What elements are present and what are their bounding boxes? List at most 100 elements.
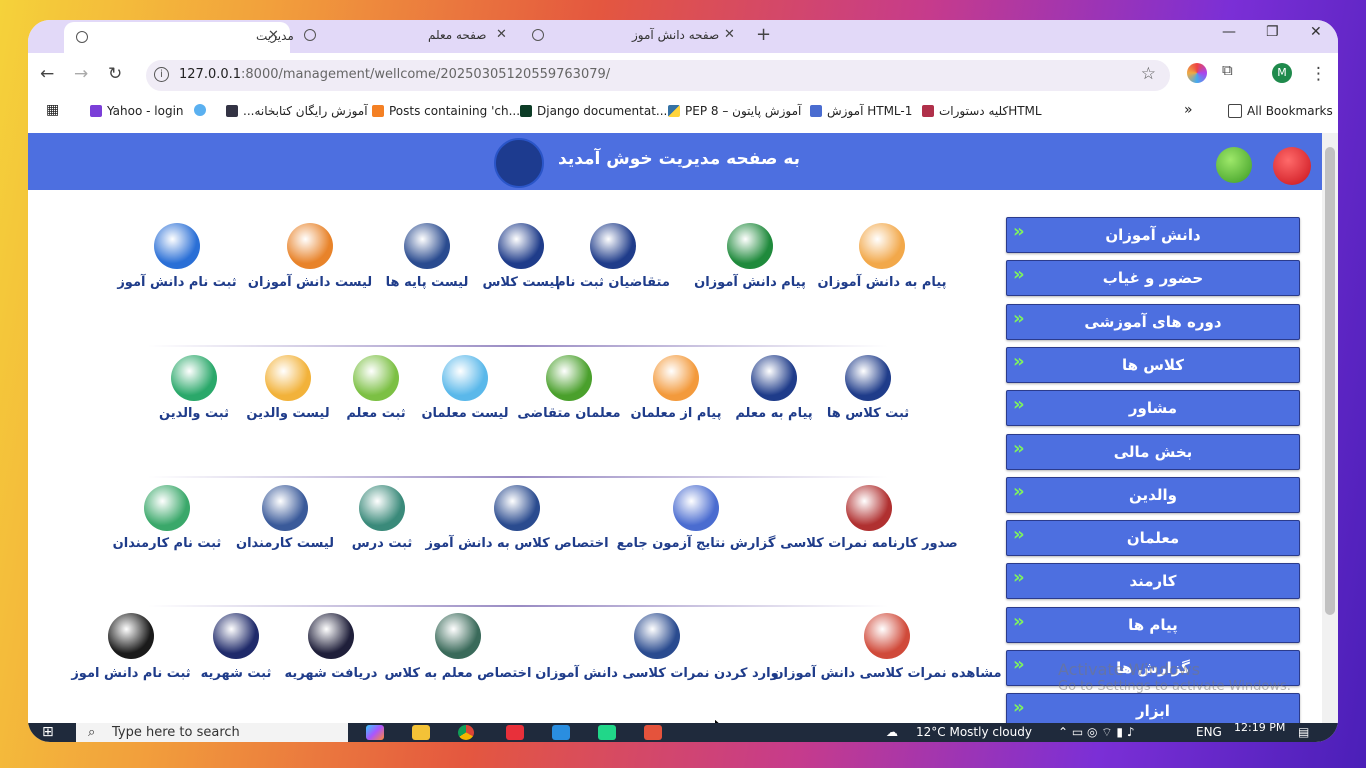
dashboard-item-label[interactable]: پیام دانش آموزان <box>694 275 806 290</box>
dashboard-item-icon[interactable] <box>590 223 636 269</box>
sidebar-item[interactable]: » والدین <box>1006 476 1300 513</box>
close-tab-icon[interactable]: ✕ <box>268 28 279 43</box>
dashboard-item-label[interactable]: صدور کارنامه نمرات کلاسی <box>780 536 957 551</box>
dashboard-item-label[interactable]: لیست پایه ها <box>386 275 469 290</box>
dashboard-item-icon[interactable] <box>353 355 399 401</box>
sidebar-item[interactable]: » کارمند <box>1006 563 1300 600</box>
sidebar-item[interactable]: » دوره های آموزشی <box>1006 303 1300 340</box>
dashboard-item-icon[interactable] <box>634 613 680 659</box>
sidebar-item[interactable]: » بخش مالی <box>1006 433 1300 470</box>
dashboard-item-icon[interactable] <box>845 355 891 401</box>
language-indicator[interactable]: ENG <box>1196 725 1222 739</box>
dashboard-item-icon[interactable] <box>494 485 540 531</box>
notification-icon[interactable]: ▤ <box>1298 725 1309 739</box>
dashboard-item-label[interactable]: پیام به دانش آموزان <box>817 275 946 290</box>
dashboard-item-icon[interactable] <box>653 355 699 401</box>
dashboard-item-icon[interactable] <box>435 613 481 659</box>
scrollbar-thumb[interactable] <box>1325 147 1335 615</box>
dashboard-item-icon[interactable] <box>846 485 892 531</box>
dashboard-item-label[interactable]: پیام از معلمان <box>631 406 722 421</box>
dashboard-item-label[interactable]: متقاضیان ثبت نام <box>556 275 670 290</box>
dashboard-item-icon[interactable] <box>108 613 154 659</box>
dashboard-item-icon[interactable] <box>308 613 354 659</box>
dashboard-item-icon[interactable] <box>673 485 719 531</box>
page-scrollbar[interactable] <box>1322 133 1338 723</box>
tab-management[interactable]: مدیریت ✕ <box>64 22 294 53</box>
chrome-icon[interactable] <box>458 725 474 740</box>
avatar[interactable]: M <box>1272 63 1292 83</box>
home-icon[interactable] <box>1216 147 1252 183</box>
app-icon[interactable] <box>644 725 662 740</box>
dashboard-item-label[interactable]: لیست معلمان <box>421 406 508 421</box>
bookmark-star-icon[interactable]: ☆ <box>1141 64 1156 84</box>
sidebar-item[interactable]: » کلاس ها <box>1006 346 1300 383</box>
close-tab-icon[interactable]: ✕ <box>724 27 735 42</box>
dashboard-item-icon[interactable] <box>262 485 308 531</box>
bookmark-item[interactable]: Posts containing 'ch... <box>372 104 520 118</box>
dashboard-item-icon[interactable] <box>546 355 592 401</box>
tab-student[interactable]: صفحه دانش آموز ✕ <box>524 20 746 51</box>
all-bookmarks[interactable]: All Bookmarks <box>1228 104 1333 118</box>
weather-text[interactable]: 12°C Mostly cloudy <box>916 725 1032 739</box>
bookmark-item[interactable]: PEP 8 – آموزش پایتون <box>668 104 801 118</box>
dashboard-item-icon[interactable] <box>751 355 797 401</box>
tray-icons[interactable]: ⌃ ▭ ◎ ⌔ ▮ ♪ <box>1058 725 1134 740</box>
dashboard-item-icon[interactable] <box>859 223 905 269</box>
dashboard-item-icon[interactable] <box>154 223 200 269</box>
minimize-icon[interactable]: — <box>1222 24 1236 40</box>
menu-icon[interactable]: ⋮ <box>1310 64 1327 84</box>
tab-teacher[interactable]: صفحه معلم ✕ <box>296 20 518 51</box>
puzzle-icon[interactable]: ⧉ <box>1222 61 1242 81</box>
sidebar-item[interactable]: » ابزار <box>1006 693 1300 723</box>
start-icon[interactable]: ⊞ <box>42 724 54 740</box>
dashboard-item-label[interactable]: ثبت کلاس ها <box>827 406 909 421</box>
dashboard-item-icon[interactable] <box>404 223 450 269</box>
taskbar-search[interactable]: ⌕ Type here to search <box>76 723 348 742</box>
dashboard-item-icon[interactable] <box>727 223 773 269</box>
dashboard-item-label[interactable]: معلمان متقاضی <box>517 406 620 421</box>
sidebar-item[interactable]: » معلمان <box>1006 520 1300 557</box>
dashboard-item-label[interactable]: ثبت والدین <box>159 406 229 421</box>
address-bar[interactable]: i 127.0.0.1:8000/management/wellcome/202… <box>146 60 1170 91</box>
sidebar-item[interactable]: » پیام ها <box>1006 606 1300 643</box>
more-bookmarks-icon[interactable]: » <box>1184 102 1193 118</box>
dashboard-item-label[interactable]: ثبت درس <box>352 536 413 551</box>
dashboard-item-label[interactable]: پیام به معلم <box>735 406 812 421</box>
bookmark-item[interactable]: آموزش HTML-1 <box>810 104 912 118</box>
dashboard-item-icon[interactable] <box>442 355 488 401</box>
dashboard-item-label[interactable]: ثبت نام دانش آموز <box>117 275 236 290</box>
dashboard-item-label[interactable]: گزارش نتایج آزمون جامع <box>617 536 776 551</box>
bookmark-item[interactable]: کلیه دستوراتHTML <box>922 104 1042 118</box>
close-tab-icon[interactable]: ✕ <box>496 27 507 42</box>
close-window-icon[interactable]: ✕ <box>1310 24 1322 40</box>
dashboard-item-icon[interactable] <box>498 223 544 269</box>
dashboard-item-label[interactable]: ثبت نام دانش اموز <box>71 666 190 681</box>
restore-icon[interactable]: ❐ <box>1266 24 1279 40</box>
dashboard-item-label[interactable]: اختصاص معلم به کلاس <box>385 666 532 681</box>
clock-time[interactable]: 12:19 PM <box>1234 721 1285 734</box>
sidebar-item[interactable]: » مشاور <box>1006 390 1300 427</box>
new-tab-button[interactable]: + <box>756 24 771 45</box>
bookmark-item[interactable]: آموزش رایگان کتابخانه... <box>226 104 368 118</box>
sidebar-item[interactable]: » دانش آموزان <box>1006 217 1300 253</box>
dashboard-item-label[interactable]: مشاهده نمرات کلاسی دانش آموزان <box>772 666 1001 681</box>
bookmark-item[interactable]: Django documentat... <box>520 104 667 118</box>
pycharm-icon[interactable] <box>598 725 616 740</box>
dashboard-item-label[interactable]: وارد کردن نمرات کلاسی دانش آموزان <box>535 666 778 681</box>
bookmark-item[interactable]: Yahoo - login <box>90 104 184 118</box>
dashboard-item-label[interactable]: اختصاص کلاس به دانش آموز <box>425 536 608 551</box>
dashboard-item-icon[interactable] <box>144 485 190 531</box>
back-icon[interactable]: ← <box>40 64 54 84</box>
dashboard-item-label[interactable]: لیست والدین <box>246 406 329 421</box>
dashboard-item-icon[interactable] <box>864 613 910 659</box>
dashboard-item-label[interactable]: ثبت معلم <box>346 406 405 421</box>
bookmark-item[interactable] <box>194 104 206 116</box>
dashboard-item-icon[interactable] <box>213 613 259 659</box>
anydesk-icon[interactable] <box>506 725 524 740</box>
dashboard-item-label[interactable]: دریافت شهریه <box>285 666 378 681</box>
forward-icon[interactable]: → <box>74 64 88 84</box>
dashboard-item-label[interactable]: لیست کلاس <box>482 275 559 290</box>
dashboard-item-icon[interactable] <box>287 223 333 269</box>
dashboard-item-label[interactable]: لیست دانش آموزان <box>248 275 372 290</box>
dashboard-item-icon[interactable] <box>265 355 311 401</box>
